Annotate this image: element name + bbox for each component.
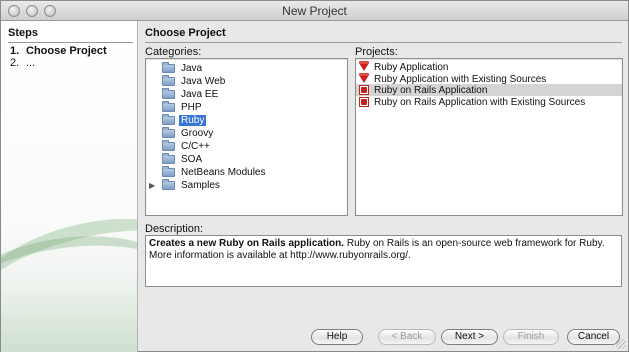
description-text: Creates a new Ruby on Rails application.…: [145, 235, 622, 287]
step-number: 2.: [10, 57, 20, 69]
cancel-button[interactable]: Cancel: [567, 329, 620, 345]
step-item-next: 2....: [10, 57, 35, 69]
resize-grip[interactable]: [616, 339, 626, 349]
decorative-swoosh: [1, 222, 137, 352]
folder-icon: [162, 179, 175, 190]
title-bar[interactable]: New Project: [1, 1, 628, 21]
folder-icon: [162, 140, 175, 151]
expand-triangle-icon[interactable]: ▶: [149, 181, 159, 191]
folder-icon: [162, 88, 175, 99]
project-item-rails-application[interactable]: Ruby on Rails Application: [356, 84, 622, 96]
projects-label: Projects:: [355, 46, 398, 58]
rails-icon: [359, 85, 369, 95]
category-item-java[interactable]: Java: [146, 62, 347, 75]
step-label: ...: [26, 57, 36, 69]
step-item-choose-project: 1. Choose Project: [10, 45, 107, 57]
category-item-ruby[interactable]: Ruby: [146, 114, 347, 127]
window-title: New Project: [282, 4, 347, 18]
help-button[interactable]: Help: [311, 329, 363, 345]
project-item-ruby-application[interactable]: Ruby Application: [356, 61, 622, 73]
category-item-soa[interactable]: SOA: [146, 153, 347, 166]
folder-icon: [162, 62, 175, 73]
page-title: Choose Project: [145, 27, 226, 39]
rails-icon: [359, 97, 369, 107]
folder-icon: [162, 75, 175, 86]
back-button[interactable]: < Back: [378, 329, 436, 345]
ruby-gem-icon: [359, 73, 369, 84]
ruby-gem-icon: [359, 61, 369, 72]
category-item-netbeans-modules[interactable]: NetBeans Modules: [146, 166, 347, 179]
steps-header: Steps: [8, 27, 38, 39]
new-project-window: New Project Steps 1. Choose Project 2....…: [0, 0, 629, 352]
folder-icon: [162, 101, 175, 112]
step-number: 1.: [10, 45, 20, 57]
folder-icon: [162, 127, 175, 138]
steps-panel: Steps 1. Choose Project 2....: [1, 21, 138, 352]
description-bold: Creates a new Ruby on Rails application.: [149, 238, 345, 249]
category-item-groovy[interactable]: Groovy: [146, 127, 347, 140]
step-label: Choose Project: [26, 45, 107, 57]
folder-icon: [162, 166, 175, 177]
project-item-rails-application-existing[interactable]: Ruby on Rails Application with Existing …: [356, 96, 622, 108]
category-item-java-ee[interactable]: Java EE: [146, 88, 347, 101]
category-item-java-web[interactable]: Java Web: [146, 75, 347, 88]
category-item-php[interactable]: PHP: [146, 101, 347, 114]
category-item-samples[interactable]: ▶ Samples: [146, 179, 347, 192]
main-panel: Choose Project Categories: Projects: Jav…: [140, 21, 628, 352]
folder-icon: [162, 153, 175, 164]
steps-divider: [8, 42, 133, 43]
finish-button[interactable]: Finish: [503, 329, 559, 345]
categories-list[interactable]: Java Java Web Java EE PHP Ruby Groovy C/…: [145, 58, 348, 216]
description-label: Description:: [145, 223, 204, 235]
category-item-c-cpp[interactable]: C/C++: [146, 140, 347, 153]
categories-label: Categories:: [145, 46, 202, 58]
title-divider: [145, 42, 622, 43]
folder-icon: [162, 114, 175, 125]
next-button[interactable]: Next >: [441, 329, 498, 345]
projects-list[interactable]: Ruby Application Ruby Application with E…: [355, 58, 623, 216]
